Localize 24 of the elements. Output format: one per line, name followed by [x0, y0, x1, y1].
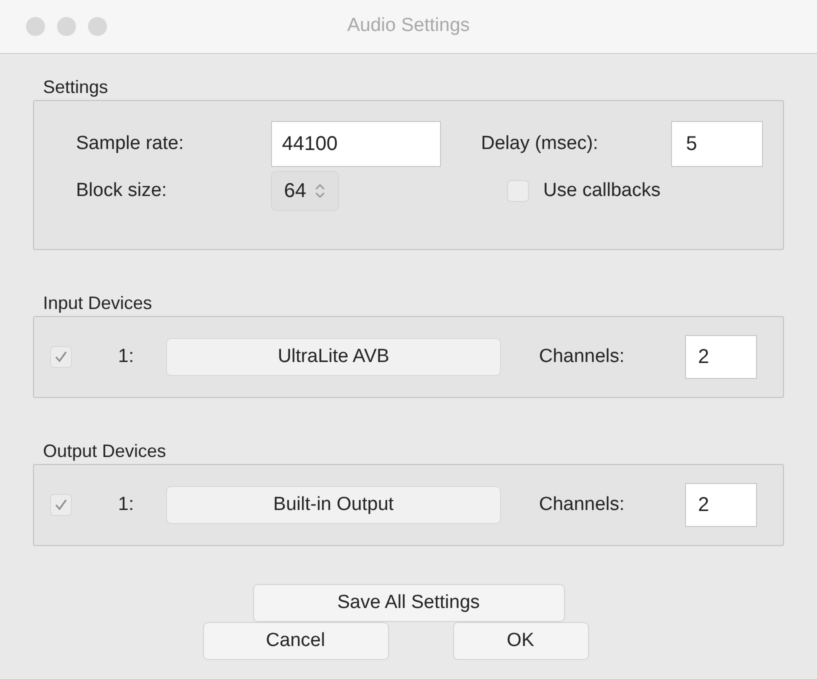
- stepper-field[interactable]: 64: [271, 171, 340, 211]
- field-label: Channels:: [539, 492, 626, 517]
- device-index: 1:: [118, 492, 135, 517]
- close-button[interactable]: [26, 17, 45, 36]
- group-title: Settings: [43, 76, 110, 98]
- save-button[interactable]: Save All Settings: [252, 584, 564, 622]
- zoom-button[interactable]: [88, 17, 107, 36]
- stepper-icon: [314, 182, 326, 200]
- input-field[interactable]: 44100: [271, 121, 441, 167]
- cancel-button[interactable]: Cancel: [202, 622, 388, 660]
- group-title: Input Devices: [43, 292, 154, 314]
- field-label: Block size:: [76, 178, 168, 203]
- device-index: 1:: [118, 344, 135, 369]
- checkbox-label: Use callbacks: [543, 178, 660, 203]
- group-title: Output Devices: [43, 440, 168, 462]
- checkmark-icon: [54, 350, 68, 364]
- window-title: Audio Settings: [347, 14, 470, 38]
- ok-button[interactable]: OK: [452, 622, 588, 660]
- field-label: Channels:: [539, 344, 626, 369]
- minimize-button[interactable]: [57, 17, 76, 36]
- input-field[interactable]: 5: [671, 121, 763, 167]
- checkmark-icon: [54, 498, 68, 512]
- field-label: Sample rate:: [76, 132, 185, 156]
- field-label: Delay (msec):: [481, 132, 600, 156]
